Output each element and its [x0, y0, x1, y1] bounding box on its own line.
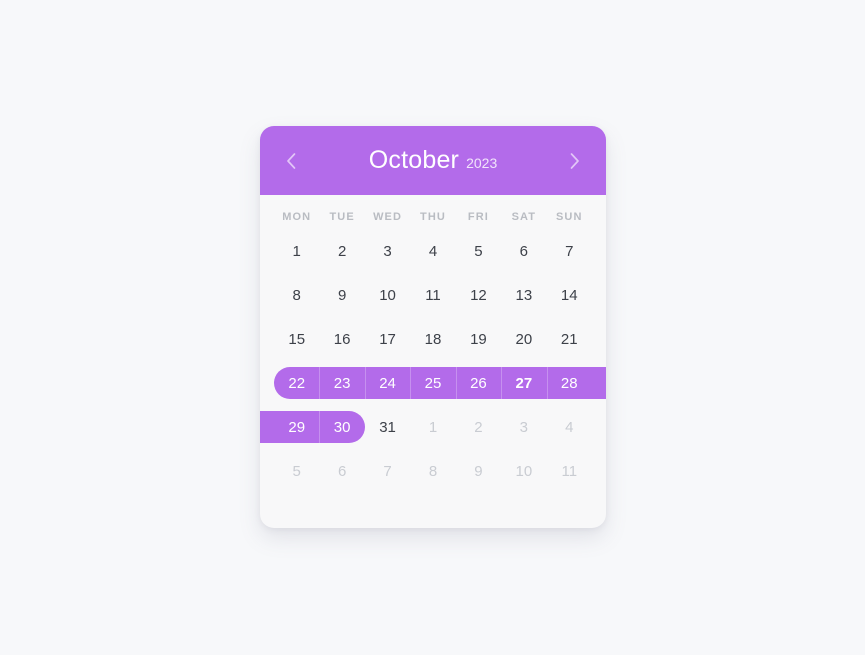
weekday-label-sun: SUN	[556, 211, 583, 223]
calendar-day[interactable]: 4	[547, 405, 592, 449]
calendar-day[interactable]: 2	[456, 405, 501, 449]
calendar-day[interactable]: 1	[274, 229, 319, 273]
year-label: 2023	[466, 155, 498, 171]
calendar-week-row: 5 6 7 8 9 10 11	[260, 449, 606, 493]
calendar-day[interactable]: 7	[365, 449, 410, 493]
calendar-day[interactable]: 9	[319, 273, 364, 317]
weekday-header-row: MON TUE WED THU FRI SAT SUN	[260, 211, 606, 223]
calendar-day[interactable]: 16	[319, 317, 364, 361]
weekday-label-sat: SAT	[511, 211, 537, 223]
calendar-day[interactable]: 10	[501, 449, 546, 493]
calendar-day[interactable]: 10	[365, 273, 410, 317]
calendar-day[interactable]: 23	[319, 361, 364, 405]
calendar-week-row: 15 16 17 18 19 20 21	[260, 317, 606, 361]
calendar-day[interactable]: 1	[410, 405, 455, 449]
calendar-body: MON TUE WED THU FRI SAT SUN 1 2 3 4 5 6 7 8 9 10 11 12 13 1…	[260, 195, 606, 528]
weekday-label-tue: TUE	[329, 211, 355, 223]
calendar-day[interactable]: 14	[547, 273, 592, 317]
calendar-day[interactable]: 22	[274, 361, 319, 405]
calendar-day[interactable]: 18	[410, 317, 455, 361]
calendar-day[interactable]: 30	[319, 405, 364, 449]
calendar-day[interactable]: 24	[364, 361, 410, 405]
calendar-day[interactable]: 6	[501, 229, 546, 273]
chevron-right-icon[interactable]	[562, 148, 588, 174]
weekday-label-fri: FRI	[467, 211, 489, 223]
calendar-week-row: 1234567	[260, 229, 606, 273]
calendar-grid: 1 2 3 4 5 6 7 8 9 10 11 12 13 14 15 16 17 18 19 20 21 22 23 24 2…	[260, 229, 606, 528]
calendar-day[interactable]: 5	[274, 449, 319, 493]
calendar-day[interactable]: 3	[365, 229, 410, 273]
calendar-day[interactable]: 27	[501, 361, 546, 405]
calendar-title: October 2023	[304, 148, 562, 173]
month-label: October	[368, 146, 460, 174]
calendar-day[interactable]: 8	[274, 273, 319, 317]
calendar-day[interactable]: 21	[547, 317, 592, 361]
chevron-left-icon[interactable]	[278, 148, 304, 174]
calendar-week-row: 22 23 24 25 26 27 28	[260, 361, 606, 405]
calendar-day[interactable]: 5	[456, 229, 501, 273]
calendar-day[interactable]: 31	[365, 405, 410, 449]
calendar-day[interactable]: 11	[410, 273, 455, 317]
calendar-day[interactable]: 29	[274, 405, 319, 449]
calendar-header: October 2023	[260, 126, 606, 195]
calendar-day[interactable]: 26	[455, 361, 501, 405]
calendar-week-row: 29 30 31 1 2 3 4	[260, 405, 606, 449]
calendar-week-row: 8 9 10 11 12 13 14	[260, 273, 606, 317]
calendar-day[interactable]: 28	[546, 361, 592, 405]
calendar-day[interactable]: 12	[456, 273, 501, 317]
calendar-day[interactable]: 17	[365, 317, 410, 361]
calendar-day[interactable]: 6	[319, 449, 364, 493]
weekday-label-wed: WED	[373, 211, 403, 223]
calendar-day[interactable]: 2	[319, 229, 364, 273]
calendar-day[interactable]: 20	[501, 317, 546, 361]
calendar-day[interactable]: 15	[274, 317, 319, 361]
calendar-day[interactable]: 3	[501, 405, 546, 449]
calendar-day[interactable]: 7	[547, 229, 592, 273]
weekday-label-mon: MON	[282, 211, 312, 223]
calendar-day[interactable]: 9	[456, 449, 501, 493]
calendar-day[interactable]: 19	[456, 317, 501, 361]
calendar-day[interactable]: 4	[410, 229, 455, 273]
calendar-day[interactable]: 25	[410, 361, 455, 405]
weekday-label-thu: THU	[420, 211, 446, 223]
calendar-day[interactable]: 8	[410, 449, 455, 493]
calendar-card: October 2023 MON TUE WED THU FRI SAT SUN 12345…	[260, 126, 606, 528]
calendar-day[interactable]: 11	[547, 449, 592, 493]
calendar-day[interactable]: 13	[501, 273, 546, 317]
